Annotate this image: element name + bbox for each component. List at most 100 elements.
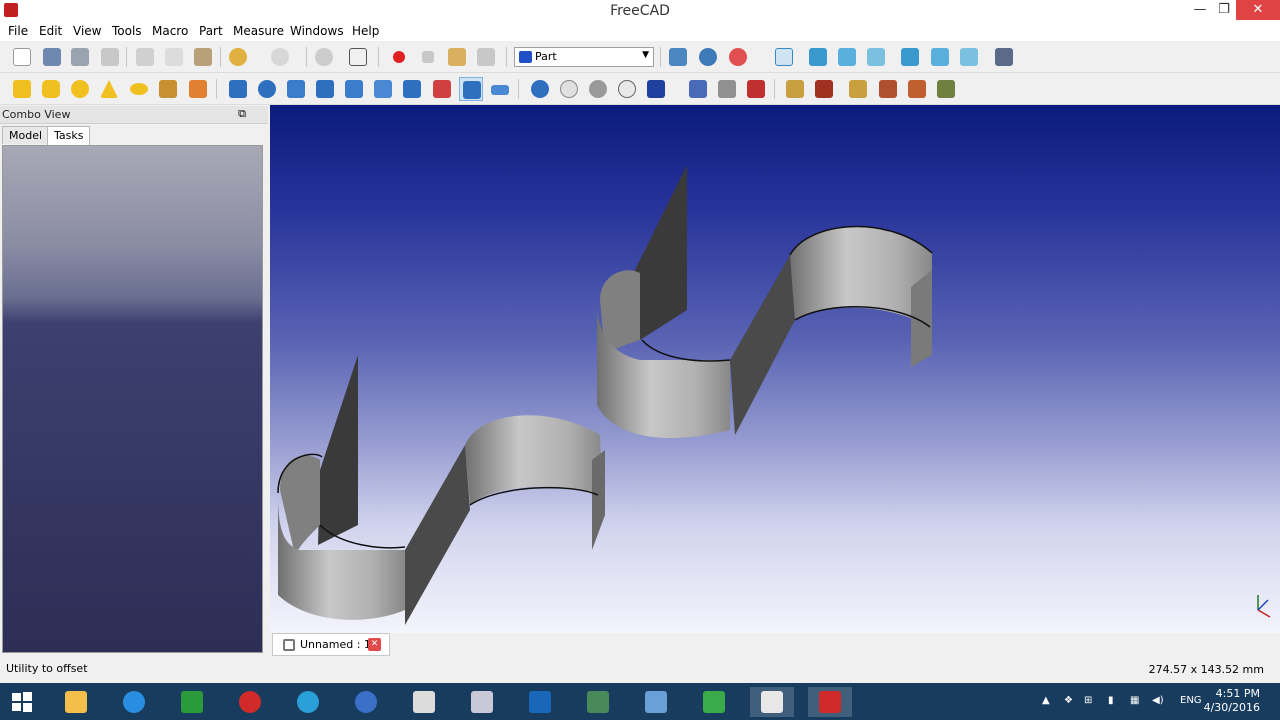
freecad-taskbar-icon[interactable] <box>808 687 852 717</box>
mcafee-icon[interactable] <box>228 687 272 717</box>
stop-macro-icon[interactable] <box>416 45 440 69</box>
menu-macro[interactable]: Macro <box>152 24 188 38</box>
view-front-icon[interactable] <box>806 45 830 69</box>
fit-selection-icon[interactable] <box>696 45 720 69</box>
network-icon[interactable]: ▦ <box>1130 695 1139 706</box>
new-file-icon[interactable] <box>10 45 34 69</box>
view-left-icon[interactable] <box>957 45 981 69</box>
folder-window-icon[interactable] <box>750 687 794 717</box>
part-chamfer-icon[interactable] <box>342 77 366 101</box>
calculator-icon[interactable] <box>402 687 446 717</box>
view-rear-icon[interactable] <box>898 45 922 69</box>
paste-icon[interactable] <box>191 45 215 69</box>
start-button[interactable] <box>0 687 44 717</box>
part-shape-builder-icon[interactable] <box>186 77 210 101</box>
part-reverse-shape-icon[interactable] <box>905 77 929 101</box>
part-cross-sections-icon[interactable] <box>715 77 739 101</box>
3d-viewport[interactable] <box>270 105 1280 633</box>
s-shape-original[interactable] <box>277 355 605 625</box>
part-fillet-icon[interactable] <box>313 77 337 101</box>
network-app-icon[interactable] <box>344 687 388 717</box>
language-indicator[interactable]: ENG <box>1180 695 1202 706</box>
undock-icon[interactable]: ⧉ <box>238 107 246 121</box>
s-shape-offset[interactable] <box>597 165 933 438</box>
part-make-solid-icon[interactable] <box>876 77 900 101</box>
tray-app-icon[interactable]: ▮ <box>1108 695 1114 706</box>
part-section-icon[interactable] <box>686 77 710 101</box>
part-cut-icon[interactable] <box>557 77 581 101</box>
measure-distance-icon[interactable] <box>992 45 1016 69</box>
file-explorer-icon[interactable] <box>54 687 98 717</box>
whats-this-icon[interactable] <box>346 45 370 69</box>
part-make-face-icon[interactable] <box>371 77 395 101</box>
workbench-selector[interactable]: Part ▼ <box>514 47 654 67</box>
part-common-icon[interactable] <box>615 77 639 101</box>
undo-icon[interactable] <box>226 45 250 69</box>
part-ruled-surface-icon[interactable] <box>400 77 424 101</box>
print-icon[interactable] <box>98 45 122 69</box>
part-thickness-icon[interactable] <box>488 77 512 101</box>
drawing-app-icon[interactable] <box>692 687 736 717</box>
cut-icon[interactable] <box>133 45 157 69</box>
part-extrude-icon[interactable] <box>226 77 250 101</box>
menu-help[interactable]: Help <box>352 24 379 38</box>
part-check-geometry-icon[interactable] <box>744 77 768 101</box>
part-fuse-icon[interactable] <box>586 77 610 101</box>
close-button[interactable]: ✕ <box>1236 0 1280 20</box>
tab-model[interactable]: Model <box>2 126 50 144</box>
part-shape-from-mesh-icon[interactable] <box>846 77 870 101</box>
view-axonometric-icon[interactable] <box>772 45 796 69</box>
part-cone-icon[interactable] <box>97 77 121 101</box>
view-top-icon[interactable] <box>835 45 859 69</box>
part-torus-icon[interactable] <box>127 77 151 101</box>
part-compound-tools-icon[interactable] <box>644 77 668 101</box>
part-boolean-icon[interactable] <box>528 77 552 101</box>
save-icon[interactable] <box>68 45 92 69</box>
redo-icon[interactable] <box>268 45 292 69</box>
part-mirror-icon[interactable] <box>284 77 308 101</box>
execute-macro-icon[interactable] <box>474 45 498 69</box>
menu-edit[interactable]: Edit <box>39 24 62 38</box>
menu-part[interactable]: Part <box>199 24 223 38</box>
part-cylinder-icon[interactable] <box>39 77 63 101</box>
menu-file[interactable]: File <box>8 24 28 38</box>
photoshop-icon[interactable] <box>518 687 562 717</box>
part-sphere-icon[interactable] <box>68 77 92 101</box>
browser-app-icon[interactable] <box>286 687 330 717</box>
fit-all-icon[interactable] <box>666 45 690 69</box>
part-offset-icon[interactable] <box>459 77 483 101</box>
macros-icon[interactable] <box>445 45 469 69</box>
part-box-icon[interactable] <box>10 77 34 101</box>
document-tab[interactable]: Unnamed : 1* ✕ <box>272 633 390 656</box>
part-loft-icon[interactable] <box>430 77 454 101</box>
menu-view[interactable]: View <box>73 24 101 38</box>
tray-overflow-icon[interactable]: ▲ <box>1042 695 1050 706</box>
view-bottom-icon[interactable] <box>928 45 952 69</box>
document-app-icon[interactable] <box>634 687 678 717</box>
menu-measure[interactable]: Measure <box>233 24 284 38</box>
part-revolve-icon[interactable] <box>255 77 279 101</box>
volume-icon[interactable]: ◀) <box>1152 695 1164 706</box>
draw-style-icon[interactable] <box>726 45 750 69</box>
open-file-icon[interactable] <box>40 45 64 69</box>
tray-windows-icon[interactable]: ⊞ <box>1084 695 1092 706</box>
system-clock[interactable]: 4:51 PM 4/30/2016 <box>1204 687 1260 715</box>
part-simple-copy-icon[interactable] <box>934 77 958 101</box>
dropbox-icon[interactable]: ❖ <box>1064 695 1073 706</box>
close-tab-icon[interactable]: ✕ <box>368 638 381 651</box>
menu-windows[interactable]: Windows <box>290 24 344 38</box>
view-right-icon[interactable] <box>864 45 888 69</box>
restore-button[interactable]: ❐ <box>1210 0 1238 20</box>
internet-explorer-icon[interactable] <box>112 687 156 717</box>
part-primitives-icon[interactable] <box>156 77 180 101</box>
part-import-icon[interactable] <box>783 77 807 101</box>
image-viewer-icon[interactable] <box>576 687 620 717</box>
refresh-icon[interactable] <box>312 45 336 69</box>
part-export-icon[interactable] <box>812 77 836 101</box>
copy-icon[interactable] <box>162 45 186 69</box>
store-icon[interactable] <box>170 687 214 717</box>
graph-app-icon[interactable] <box>460 687 504 717</box>
record-macro-icon[interactable] <box>387 45 411 69</box>
menu-tools[interactable]: Tools <box>112 24 142 38</box>
tab-tasks[interactable]: Tasks <box>47 126 91 145</box>
